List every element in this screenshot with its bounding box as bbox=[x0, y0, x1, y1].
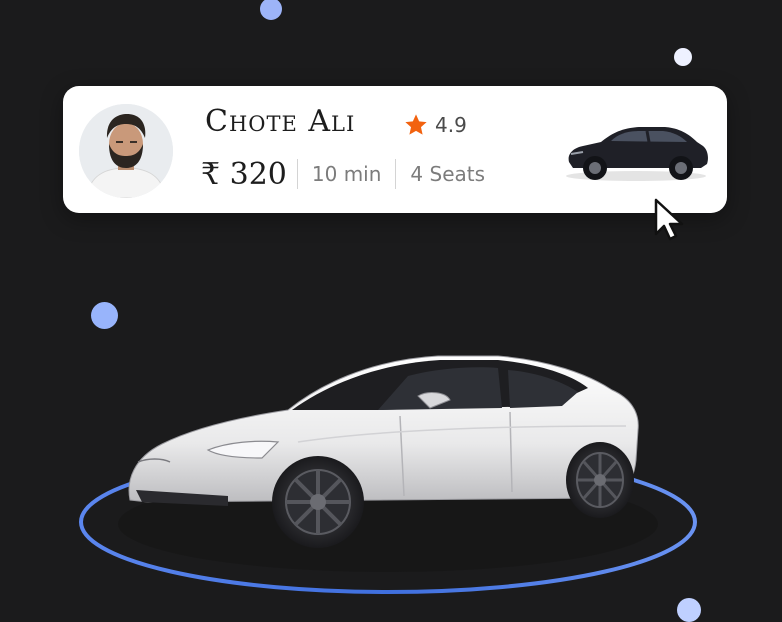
eta-time: 10 min bbox=[311, 162, 382, 186]
star-icon bbox=[405, 114, 427, 135]
vehicle-thumbnail bbox=[566, 127, 708, 181]
driver-name: Chote Ali bbox=[205, 104, 356, 139]
driver-card[interactable]: Chote Ali 4.9 ₹ 320 10 min 4 Seats bbox=[63, 86, 727, 213]
featured-car-display bbox=[79, 355, 697, 594]
decorative-dot bbox=[91, 302, 118, 329]
decorative-dot bbox=[674, 48, 692, 66]
driver-avatar bbox=[79, 104, 173, 198]
decorative-dot bbox=[260, 0, 282, 20]
driver-rating: 4.9 bbox=[403, 112, 467, 138]
cursor-pointer-icon bbox=[654, 198, 684, 241]
seat-count: 4 Seats bbox=[410, 162, 486, 186]
rating-value: 4.9 bbox=[435, 113, 467, 137]
fare-price: ₹ 320 bbox=[201, 156, 287, 192]
trip-meta: ₹ 320 10 min 4 Seats bbox=[201, 156, 499, 192]
